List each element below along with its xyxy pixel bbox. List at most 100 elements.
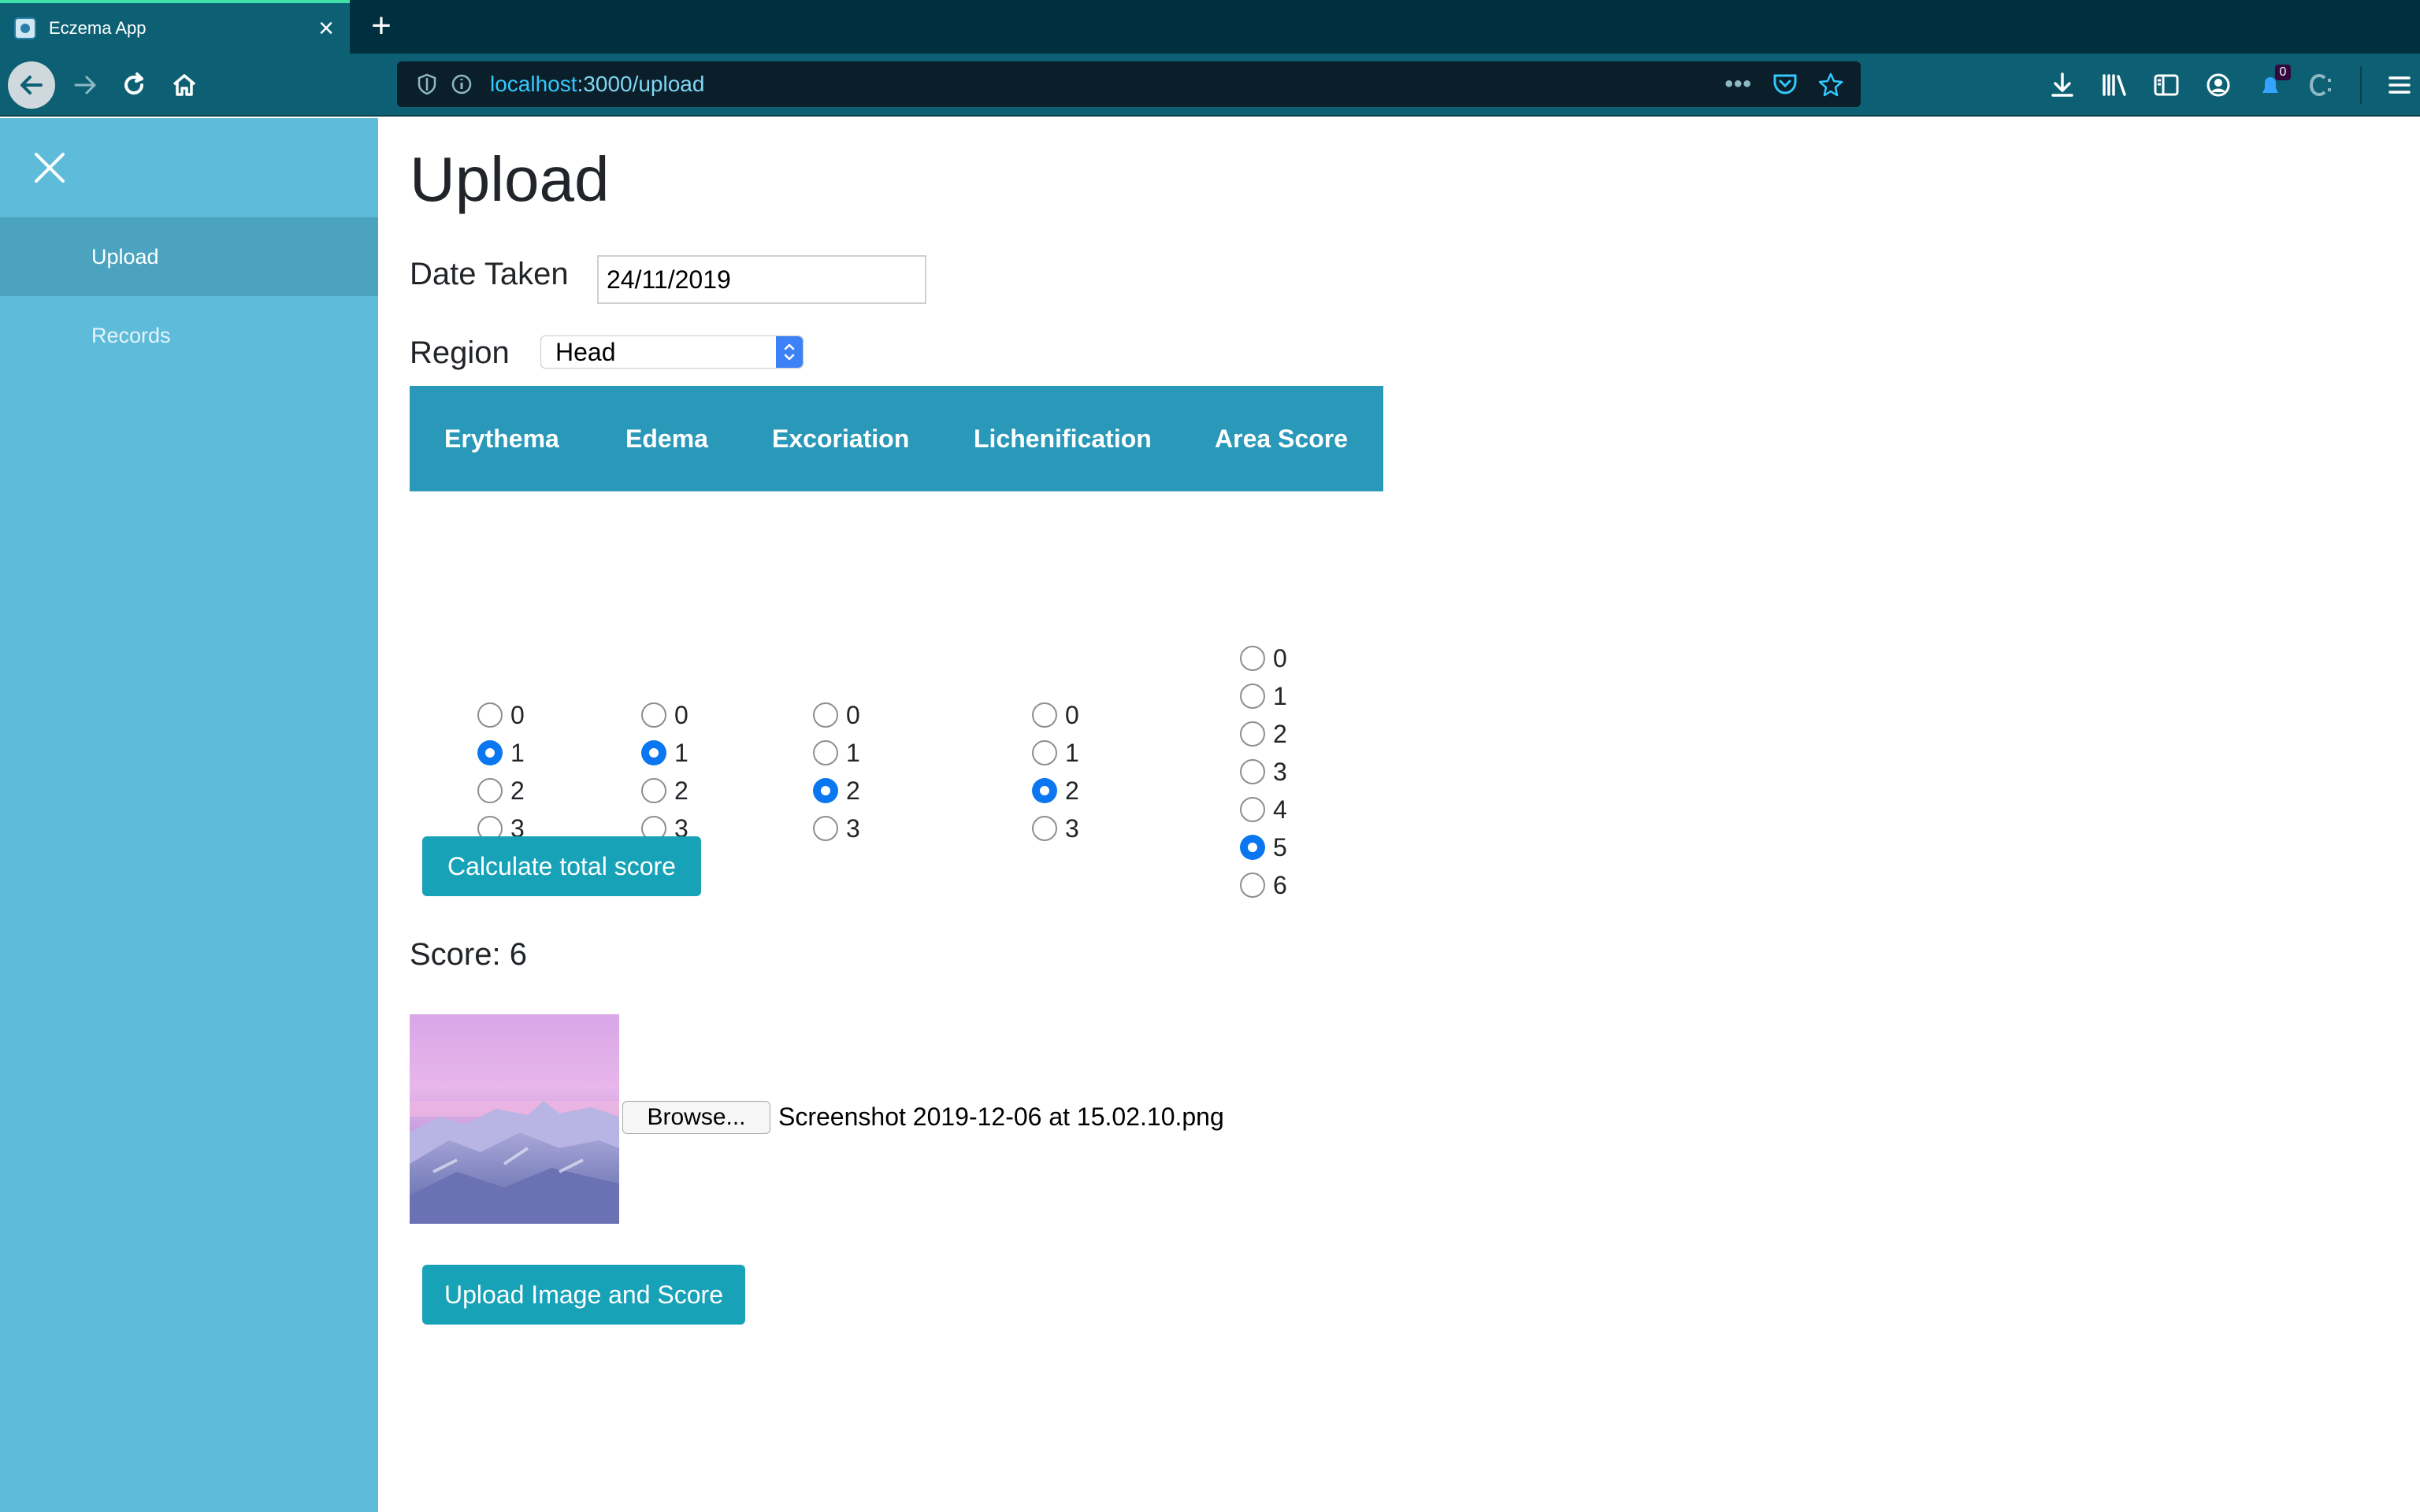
radio-button[interactable] (813, 740, 838, 765)
app-sidebar: Upload Records (0, 118, 378, 1512)
radio-option[interactable]: 6 (1240, 866, 1287, 904)
region-select[interactable]: Head (540, 335, 804, 369)
url-bar[interactable]: localhost:3000/upload ••• (397, 61, 1861, 107)
radio-button-selected[interactable] (477, 740, 503, 765)
radio-label: 1 (674, 738, 689, 767)
header-edema: Edema (625, 424, 708, 453)
score-table: Erythema Edema Excoriation Lichenificati… (410, 386, 1383, 899)
browser-titlebar: Eczema App × + (0, 0, 2420, 54)
total-score-text: Score: 6 (410, 937, 527, 972)
forward-arrow-icon (74, 76, 96, 94)
radio-button[interactable] (1240, 721, 1265, 747)
browse-file-button[interactable]: Browse... (622, 1101, 770, 1134)
radio-option[interactable]: 0 (813, 696, 860, 734)
date-taken-input[interactable] (597, 255, 926, 304)
radio-button[interactable] (477, 702, 503, 728)
home-button[interactable] (161, 61, 208, 109)
extension-icon[interactable] (2308, 69, 2336, 101)
pocket-icon[interactable] (1772, 72, 1798, 96)
radio-label: 0 (510, 700, 525, 729)
site-info-icon[interactable] (447, 70, 476, 98)
radio-label: 2 (1273, 719, 1287, 748)
excoriation-radio-group: 0 1 2 3 (813, 696, 860, 847)
radio-button[interactable] (1240, 684, 1265, 709)
radio-option[interactable]: 5 (1240, 828, 1287, 866)
radio-button-selected[interactable] (813, 778, 838, 803)
tracking-shield-icon[interactable] (413, 70, 441, 98)
radio-button[interactable] (641, 778, 666, 803)
header-excoriation: Excoriation (772, 424, 910, 453)
back-button[interactable] (8, 61, 55, 109)
radio-option[interactable]: 0 (641, 696, 689, 734)
radio-option[interactable]: 0 (1032, 696, 1079, 734)
radio-button[interactable] (1240, 797, 1265, 822)
upload-image-score-button[interactable]: Upload Image and Score (422, 1265, 745, 1325)
radio-button[interactable] (1032, 740, 1057, 765)
page-actions-icon[interactable]: ••• (1724, 71, 1752, 98)
reload-button[interactable] (110, 61, 158, 109)
radio-label: 2 (846, 776, 860, 805)
app-favicon-icon (14, 17, 36, 39)
radio-button[interactable] (1032, 816, 1057, 841)
radio-option[interactable]: 2 (1240, 715, 1287, 753)
downloads-icon[interactable] (2048, 69, 2077, 101)
radio-option[interactable]: 0 (477, 696, 525, 734)
radio-label: 0 (1065, 700, 1079, 729)
radio-label: 2 (674, 776, 689, 805)
radio-button[interactable] (1240, 759, 1265, 784)
new-tab-icon[interactable]: + (364, 6, 399, 46)
browser-tab[interactable]: Eczema App × (0, 0, 350, 54)
radio-option[interactable]: 2 (477, 772, 525, 810)
radio-button[interactable] (477, 778, 503, 803)
url-host: localhost (490, 72, 577, 96)
radio-option[interactable]: 0 (1240, 639, 1287, 677)
hamburger-menu-icon[interactable] (2385, 69, 2414, 101)
radio-option[interactable]: 2 (641, 772, 689, 810)
radio-option[interactable]: 2 (1032, 772, 1079, 810)
extension-notification-icon[interactable]: 0 (2256, 65, 2291, 101)
reload-icon (124, 72, 143, 94)
lichenification-radio-group: 0 1 2 3 (1032, 696, 1079, 847)
radio-button[interactable] (641, 702, 666, 728)
account-icon[interactable] (2204, 69, 2233, 101)
radio-option[interactable]: 3 (813, 810, 860, 847)
url-text[interactable]: localhost:3000/upload (490, 72, 1724, 97)
select-arrows-icon (776, 336, 803, 368)
radio-button[interactable] (1240, 646, 1265, 671)
forward-button[interactable] (61, 61, 109, 109)
radio-label: 2 (1065, 776, 1079, 805)
sidebar-item-records[interactable]: Records (0, 296, 378, 375)
radio-option[interactable]: 3 (1032, 810, 1079, 847)
notification-badge: 0 (2275, 65, 2291, 80)
radio-button[interactable] (1240, 873, 1265, 898)
erythema-radio-group: 0 1 2 3 (477, 696, 525, 847)
radio-option[interactable]: 1 (813, 734, 860, 772)
radio-option[interactable]: 1 (641, 734, 689, 772)
calculate-score-button[interactable]: Calculate total score (422, 836, 701, 896)
radio-label: 0 (674, 700, 689, 729)
tab-close-icon[interactable]: × (309, 15, 343, 42)
sidebar-toggle-icon[interactable] (2152, 69, 2181, 101)
radio-button[interactable] (813, 816, 838, 841)
radio-button[interactable] (813, 702, 838, 728)
radio-option[interactable]: 1 (1240, 677, 1287, 715)
tab-title: Eczema App (49, 18, 147, 38)
library-icon[interactable] (2100, 69, 2129, 101)
radio-label: 3 (846, 813, 860, 843)
radio-label: 1 (1065, 738, 1079, 767)
radio-option[interactable]: 1 (477, 734, 525, 772)
radio-button-selected[interactable] (1240, 835, 1265, 860)
radio-option[interactable]: 2 (813, 772, 860, 810)
mountain-preview-image (410, 1014, 619, 1224)
radio-option[interactable]: 4 (1240, 791, 1287, 828)
radio-option[interactable]: 1 (1032, 734, 1079, 772)
radio-option[interactable]: 3 (1240, 753, 1287, 791)
radio-button-selected[interactable] (641, 740, 666, 765)
radio-button-selected[interactable] (1032, 778, 1057, 803)
sidebar-item-upload[interactable]: Upload (0, 217, 378, 296)
radio-label: 1 (846, 738, 860, 767)
browser-navbar: localhost:3000/upload ••• 0 (0, 54, 2420, 117)
close-sidebar-icon[interactable] (32, 150, 68, 186)
radio-button[interactable] (1032, 702, 1057, 728)
bookmark-star-icon[interactable] (1818, 72, 1843, 97)
